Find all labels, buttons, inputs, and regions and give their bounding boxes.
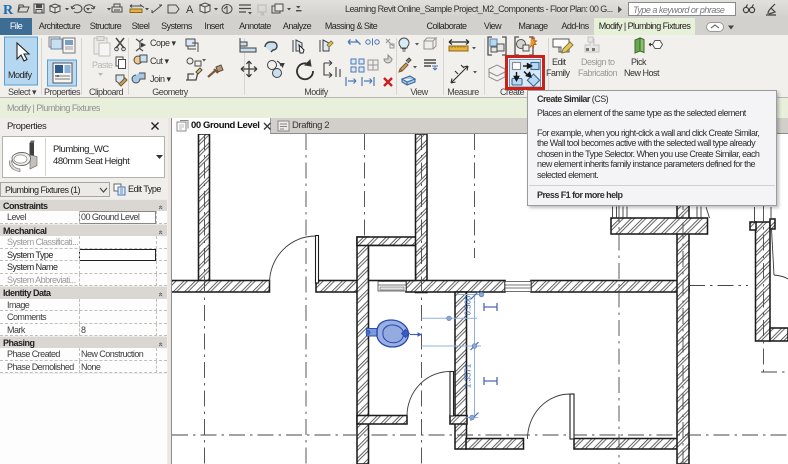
svg-text:Cope ▾: Cope ▾ bbox=[150, 38, 177, 48]
svg-text:A: A bbox=[186, 4, 194, 16]
svg-text:Paste: Paste bbox=[92, 60, 113, 70]
svg-text:1.3571: 1.3571 bbox=[464, 363, 473, 388]
svg-text:Fabrication: Fabrication bbox=[578, 68, 618, 78]
svg-text:Family: Family bbox=[546, 68, 570, 78]
svg-text:Pick: Pick bbox=[631, 57, 647, 67]
svg-text:Edit: Edit bbox=[552, 57, 567, 67]
svg-text:0.500: 0.500 bbox=[464, 295, 473, 316]
svg-text:Modify: Modify bbox=[8, 70, 33, 80]
svg-text:Design to: Design to bbox=[581, 57, 615, 67]
svg-text:R: R bbox=[3, 3, 14, 18]
svg-text:Cut ▾: Cut ▾ bbox=[150, 56, 170, 66]
svg-text:New Host: New Host bbox=[624, 68, 660, 78]
svg-text:Join ▾: Join ▾ bbox=[150, 74, 172, 84]
